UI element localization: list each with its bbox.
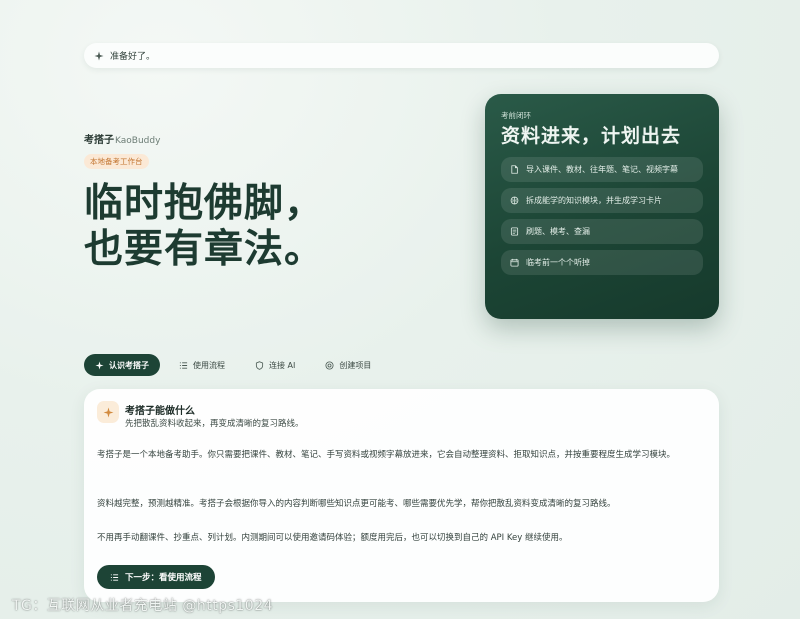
card-title: 资料进来，计划出去 (501, 125, 682, 147)
file-icon (511, 165, 518, 174)
intro-panel: 考搭子能做什么 先把散乱资料收起来，再变成清晰的复习路线。 考搭子是一个本地备考… (84, 389, 719, 602)
panel-icon (97, 401, 119, 423)
card-step-label: 刷题、模考、查漏 (526, 227, 590, 236)
tab-label: 连接 AI (269, 360, 296, 370)
next-step-button[interactable]: 下一步：看使用流程 (97, 565, 215, 589)
card-step-review: 临考前一个个听掉 (501, 250, 703, 275)
list-icon (179, 361, 188, 369)
card-step-label: 导入课件、教材、往年题、笔记、视频字幕 (526, 165, 678, 174)
tab-intro[interactable]: 认识考搭子 (84, 354, 160, 376)
hero-line-1: 临时抱佛脚， (84, 181, 325, 226)
watermark-text: TG：互联网从业者充电站 @https1024 (12, 598, 274, 614)
hero-line-2: 也要有章法。 (84, 227, 325, 272)
panel-title: 考搭子能做什么 (125, 406, 195, 417)
panel-paragraph-1: 考搭子是一个本地备考助手。你只需要把课件、教材、笔记、手写资料或视频字幕放进来，… (97, 450, 676, 460)
card-step-label: 拆成能学的知识模块，并生成学习卡片 (526, 196, 662, 205)
card-step-practice: 刷题、模考、查漏 (501, 219, 703, 244)
card-step-modules: 拆成能学的知识模块，并生成学习卡片 (501, 188, 703, 213)
tab-label: 创建项目 (339, 360, 372, 370)
panel-paragraph-2: 资料越完整，预测越精准。考搭子会根据你导入的内容判断哪些知识点更可能考、哪些需要… (97, 499, 616, 509)
sparkle-icon (103, 407, 113, 417)
tab-bar: 认识考搭子 使用流程 连接 AI 创建项目 (84, 354, 382, 376)
tab-create-project[interactable]: 创建项目 (314, 354, 382, 376)
tab-workflow[interactable]: 使用流程 (168, 354, 236, 376)
next-step-label: 下一步：看使用流程 (125, 573, 202, 583)
brand-name-en: KaoBuddy (115, 136, 161, 146)
hero-title: 临时抱佛脚， 也要有章法。 (84, 181, 484, 273)
card-kicker: 考前闭环 (501, 111, 531, 120)
list-icon (110, 573, 119, 581)
tab-label: 使用流程 (193, 360, 225, 370)
card-step-label: 临考前一个个听掉 (526, 258, 590, 267)
tab-connect-ai[interactable]: 连接 AI (244, 354, 306, 376)
panel-paragraph-3: 不用再手动翻课件、抄重点、列计划。内测期间可以使用邀请码体验；额度用完后，也可以… (97, 533, 568, 543)
shield-icon (255, 360, 264, 370)
tab-label: 认识考搭子 (109, 360, 149, 370)
card-step-import: 导入课件、教材、往年题、笔记、视频字幕 (501, 157, 703, 182)
calendar-icon (510, 258, 519, 267)
panel-subtitle: 先把散乱资料收起来，再变成清晰的复习路线。 (125, 419, 304, 429)
quiz-icon (510, 227, 519, 236)
workflow-card: 考前闭环 资料进来，计划出去 导入课件、教材、往年题、笔记、视频字幕 拆成能学的… (485, 94, 719, 319)
status-text: 准备好了。 (110, 52, 156, 62)
sparkle-icon (94, 51, 104, 60)
card-steps: 导入课件、教材、往年题、笔记、视频字幕 拆成能学的知识模块，并生成学习卡片 刷题… (501, 157, 703, 275)
brand: 考搭子 KaoBuddy (84, 131, 160, 146)
target-icon (325, 360, 334, 370)
status-bar: 准备好了。 (84, 43, 719, 68)
sparkle-icon (95, 360, 104, 370)
brain-icon (510, 196, 519, 205)
workspace-badge: 本地备考工作台 (84, 154, 149, 169)
brand-name: 考搭子 (84, 135, 114, 146)
